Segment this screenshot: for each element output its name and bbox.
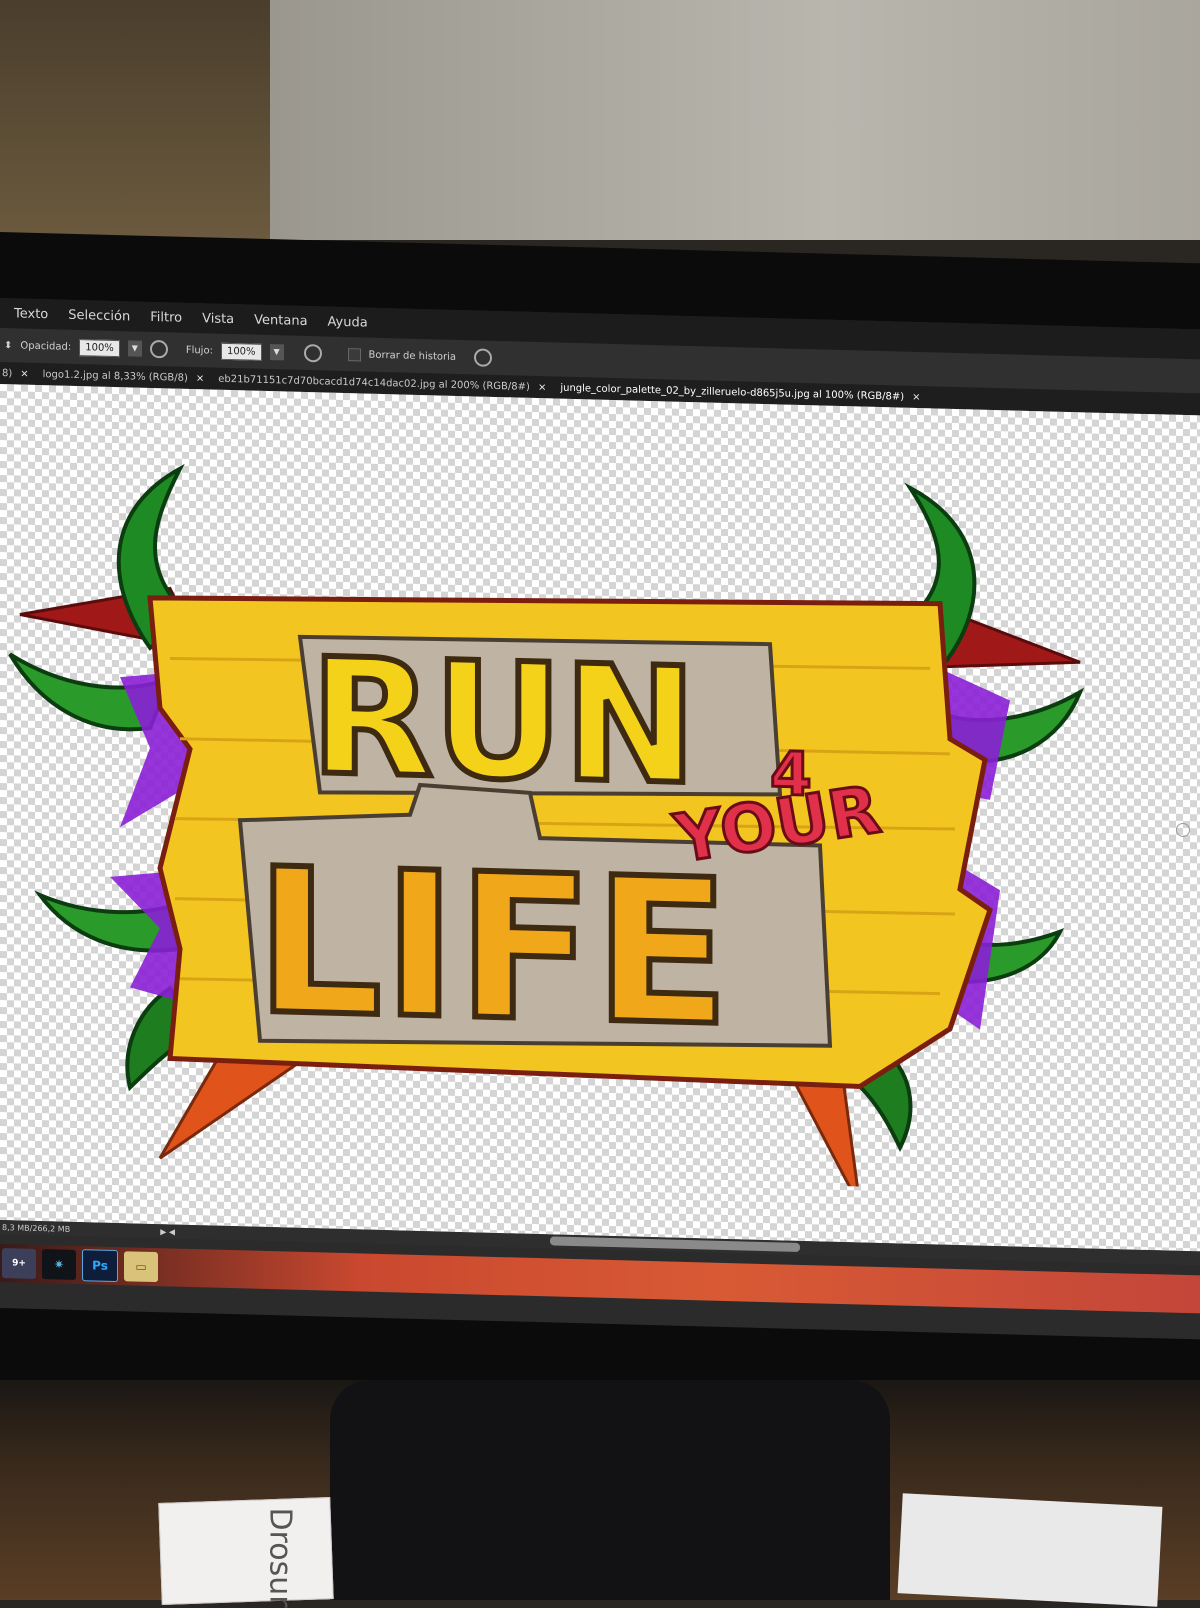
history-label: Borrar de historia [368,349,457,363]
tablet-pressure-icon[interactable] [303,343,322,363]
room-wall-right [270,0,1200,240]
document-tab[interactable]: logo1.2.jpg al 8,33% (RGB/8) × [43,369,205,384]
close-icon[interactable]: × [20,368,28,379]
panel-toggle-icon[interactable] [1176,822,1190,838]
paper-sheet [897,1493,1163,1607]
status-nav-arrows[interactable]: ▶ ◀ [160,1227,175,1236]
document-size: 8,3 MB/266,2 MB [2,1222,71,1234]
document-tab[interactable]: eb21b71151c7d70bcacd1d74c14dac02.jpg al … [218,373,546,393]
photoshop-taskbar-button[interactable]: Ps [82,1249,118,1283]
flow-label: Flujo: [185,344,213,357]
notification-badge: 9+ [12,1258,26,1269]
medicine-box [158,1497,334,1605]
photoshop-icon: Ps [92,1258,108,1273]
discord-taskbar-button[interactable]: 9+ [2,1248,36,1279]
pressure-size-icon[interactable] [474,348,493,367]
opacity-field[interactable]: 100% [79,338,120,357]
flow-dropdown-icon[interactable]: ▼ [269,344,284,361]
document-canvas[interactable]: RUN 4 YOUR LIFE [0,384,1200,1252]
menu-filtro[interactable]: Filtro [150,309,182,325]
logo-text-life: LIFE [255,826,730,1071]
close-icon[interactable]: × [196,373,204,384]
room-wall-left [0,0,270,240]
stepper-icon[interactable]: ⬍ [4,340,12,351]
menu-vista[interactable]: Vista [202,311,234,327]
explorer-taskbar-button[interactable]: ▭ [124,1251,158,1283]
menu-seleccion[interactable]: Selección [68,307,130,324]
monitor-screen: Texto Selección Filtro Vista Ventana Ayu… [0,298,1200,1340]
close-icon[interactable]: × [912,391,920,402]
menu-ventana[interactable]: Ventana [254,312,307,328]
tab-label: logo1.2.jpg al 8,33% (RGB/8) [42,368,188,384]
menu-ayuda[interactable]: Ayuda [328,314,368,330]
history-checkbox[interactable] [347,347,361,361]
run-4-your-life-logo: RUN 4 YOUR LIFE [8,463,1085,1196]
opacity-dropdown-icon[interactable]: ▼ [127,340,142,357]
menu-texto[interactable]: Texto [14,306,48,322]
opacity-label: Opacidad: [20,340,72,353]
document-tab[interactable]: 8) × [2,368,29,380]
tab-label: 8) [2,367,13,379]
flow-field[interactable]: 100% [220,342,262,361]
app-taskbar-button[interactable]: ✷ [42,1249,76,1280]
close-icon[interactable]: × [538,382,546,393]
tab-label: eb21b71151c7d70bcacd1d74c14dac02.jpg al … [218,373,530,393]
airbrush-icon[interactable] [149,339,168,359]
logo-text-run: RUN [310,623,697,820]
monitor-stand [330,1380,890,1600]
box-label: Drosur [262,1507,298,1608]
